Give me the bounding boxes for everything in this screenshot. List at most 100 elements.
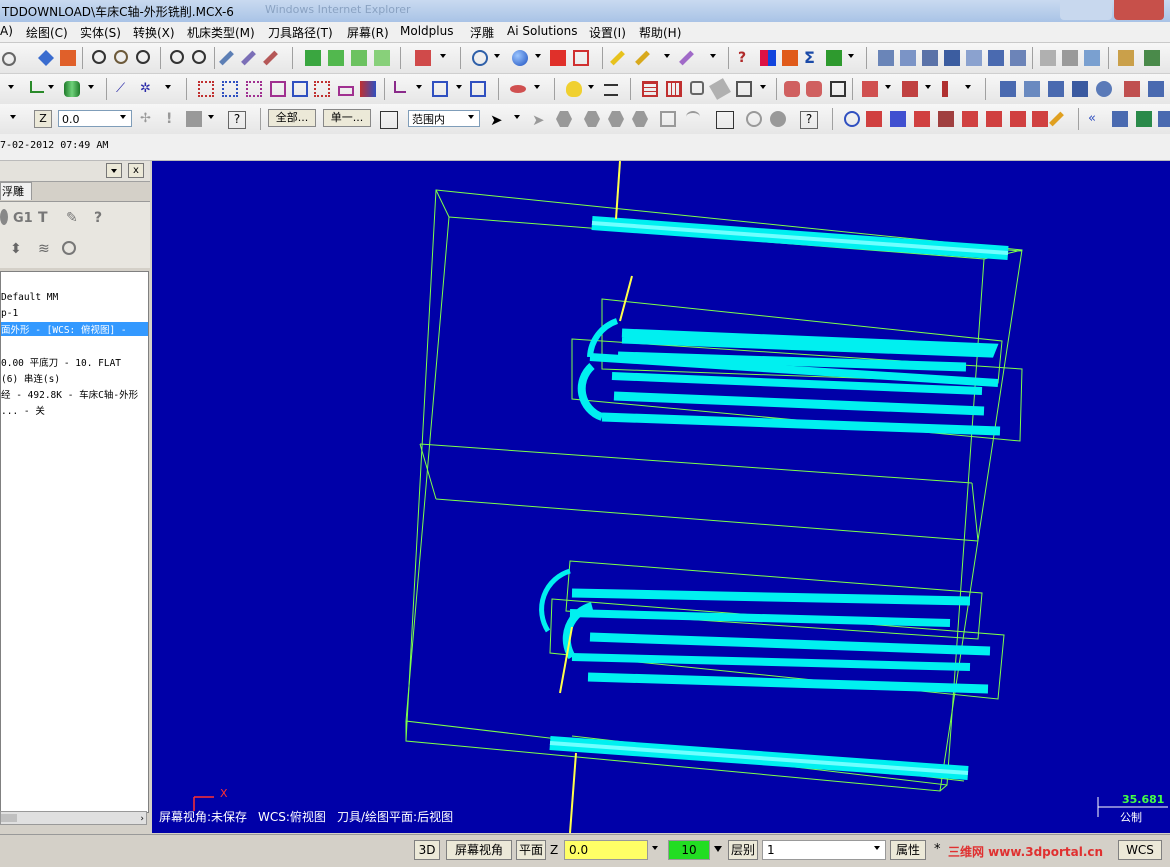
solid-red-icon[interactable]	[550, 50, 566, 66]
hex-3-icon[interactable]	[608, 111, 624, 127]
box-dropdown-icon[interactable]	[760, 85, 766, 89]
mill-5-icon[interactable]	[966, 50, 982, 66]
post-7-icon[interactable]	[1148, 81, 1164, 97]
plan-2-icon[interactable]	[1144, 50, 1160, 66]
bulb-icon[interactable]	[566, 81, 582, 97]
highlighter-icon[interactable]	[610, 50, 625, 66]
btn-attributes[interactable]: 属性	[890, 840, 926, 860]
menu-item-xform[interactable]: 转换(X)	[133, 24, 175, 41]
layer-dropdown-icon[interactable]	[874, 846, 880, 850]
z-depth-dropdown-icon[interactable]	[120, 115, 126, 119]
highlighter-2-icon[interactable]	[635, 50, 650, 66]
tag-icon[interactable]	[709, 78, 731, 100]
close-button[interactable]	[1114, 0, 1164, 20]
menu-item-help[interactable]: 帮助(H)	[639, 24, 681, 41]
surface-icon[interactable]	[510, 85, 526, 93]
tool-dropdown-icon[interactable]	[965, 85, 971, 89]
menu-item-solids[interactable]: 实体(S)	[80, 24, 121, 41]
post-6-icon[interactable]	[1124, 81, 1140, 97]
menu-item-a[interactable]: A)	[0, 24, 13, 38]
clock-icon[interactable]	[844, 111, 860, 127]
wand-icon[interactable]	[679, 50, 694, 66]
cube-green-3-icon[interactable]	[351, 50, 367, 66]
polyline-dropdown-icon[interactable]	[48, 85, 54, 89]
btn-screen-view[interactable]: 屏幕视角	[446, 840, 512, 860]
pencil-red-icon[interactable]	[1049, 111, 1064, 127]
post-5-icon[interactable]	[1096, 81, 1112, 97]
tree-item[interactable]: 0.00 平底刀 - 10. FLAT	[1, 355, 121, 369]
toggle-icon[interactable]: ✎	[66, 210, 82, 226]
post-8-icon[interactable]	[1112, 111, 1128, 127]
verify-2-icon[interactable]	[716, 111, 734, 129]
cube-gray-icon[interactable]	[660, 111, 676, 127]
help-arrow-icon[interactable]: ?	[738, 50, 754, 66]
tree-item[interactable]: Default MM	[1, 292, 58, 303]
view-dropdown-icon[interactable]	[440, 54, 446, 58]
z-button[interactable]: Z	[34, 110, 52, 128]
menu-item-screen[interactable]: 屏幕(R)	[347, 24, 389, 41]
gray-box-icon[interactable]	[186, 111, 202, 127]
post-3-icon[interactable]	[1048, 81, 1064, 97]
menu-item-draw[interactable]: 绘图(C)	[26, 24, 68, 41]
xform-4-icon[interactable]	[270, 81, 286, 97]
help-icon[interactable]: ?	[228, 111, 246, 129]
post-ops-icon[interactable]: T	[38, 210, 54, 226]
gray-box-dropdown-icon[interactable]	[208, 115, 214, 119]
zoom-window-icon[interactable]	[114, 50, 128, 64]
path-2-icon[interactable]	[890, 111, 906, 127]
menu-item-relief[interactable]: 浮雕	[470, 24, 494, 41]
tree-item-selected[interactable]: 面外形 - [WCS: 俯视图] -	[1, 322, 148, 336]
globe-icon[interactable]	[472, 50, 488, 66]
cut-icon[interactable]	[862, 81, 878, 97]
select-all-ops-icon[interactable]	[0, 209, 8, 225]
path-5-icon[interactable]	[962, 111, 978, 127]
table-2-icon[interactable]	[666, 81, 682, 97]
help-2-icon[interactable]: ?	[800, 111, 818, 129]
panel-tab-relief[interactable]: 浮雕	[0, 182, 32, 200]
path-4-icon[interactable]	[938, 111, 954, 127]
chain-icon[interactable]	[784, 81, 800, 97]
cube-green-4-icon[interactable]	[374, 50, 390, 66]
xform-2-icon[interactable]	[222, 81, 238, 97]
select-all-button[interactable]: 全部...	[268, 109, 316, 127]
no-icon[interactable]	[746, 111, 762, 127]
move-up-icon[interactable]: ⬍	[10, 241, 26, 257]
bulb-dropdown-icon[interactable]	[588, 85, 594, 89]
xform-3-icon[interactable]	[246, 81, 262, 97]
xform-8-icon[interactable]	[360, 81, 376, 97]
attr-dropdown-icon[interactable]	[10, 115, 16, 119]
color-value-field[interactable]: 10	[668, 840, 710, 860]
mill-6-icon[interactable]	[988, 50, 1004, 66]
path-7-icon[interactable]	[1010, 111, 1026, 127]
select-single-button[interactable]: 单一...	[323, 109, 371, 127]
btn-3d[interactable]: 3D	[414, 840, 440, 860]
box-icon[interactable]	[736, 81, 752, 97]
z-value-field[interactable]: 0.0	[564, 840, 648, 860]
cube-green-2-icon[interactable]	[328, 50, 344, 66]
mill-3-icon[interactable]	[922, 50, 938, 66]
redo-icon[interactable]	[2, 52, 16, 66]
marker-icon[interactable]	[241, 50, 256, 66]
polyline-icon[interactable]	[30, 81, 44, 93]
highlight-dropdown-icon[interactable]	[664, 54, 670, 58]
dimension-icon[interactable]	[604, 84, 618, 96]
sphere-dropdown-icon[interactable]	[535, 54, 541, 58]
branch-dropdown-icon[interactable]	[165, 85, 171, 89]
cut-2-dropdown-icon[interactable]	[925, 85, 931, 89]
sphere-icon[interactable]	[512, 50, 528, 66]
table-icon[interactable]	[642, 81, 658, 97]
cylinder-dropdown-icon[interactable]	[88, 85, 94, 89]
insert-arrow-icon[interactable]: ≋	[38, 241, 54, 257]
layer-value-field[interactable]: 1	[762, 840, 886, 860]
wireframe-icon[interactable]	[830, 81, 846, 97]
zoom-out-icon[interactable]	[170, 50, 184, 64]
fit-icon[interactable]	[92, 50, 106, 64]
tree-item[interactable]: (6) 串连(s)	[1, 371, 60, 385]
graphics-viewport[interactable]: X 35.681 公制 屏幕视角:未保存 WCS:俯视图 刀具/绘图平面:后视图	[152, 161, 1170, 833]
mill-7-icon[interactable]	[1010, 50, 1026, 66]
trim-icon[interactable]	[394, 81, 406, 93]
post-10-icon[interactable]	[1158, 111, 1170, 127]
lathe-2-icon[interactable]	[1062, 50, 1078, 66]
cylinder-icon[interactable]	[64, 81, 80, 97]
arc-gray-icon[interactable]	[686, 111, 700, 123]
